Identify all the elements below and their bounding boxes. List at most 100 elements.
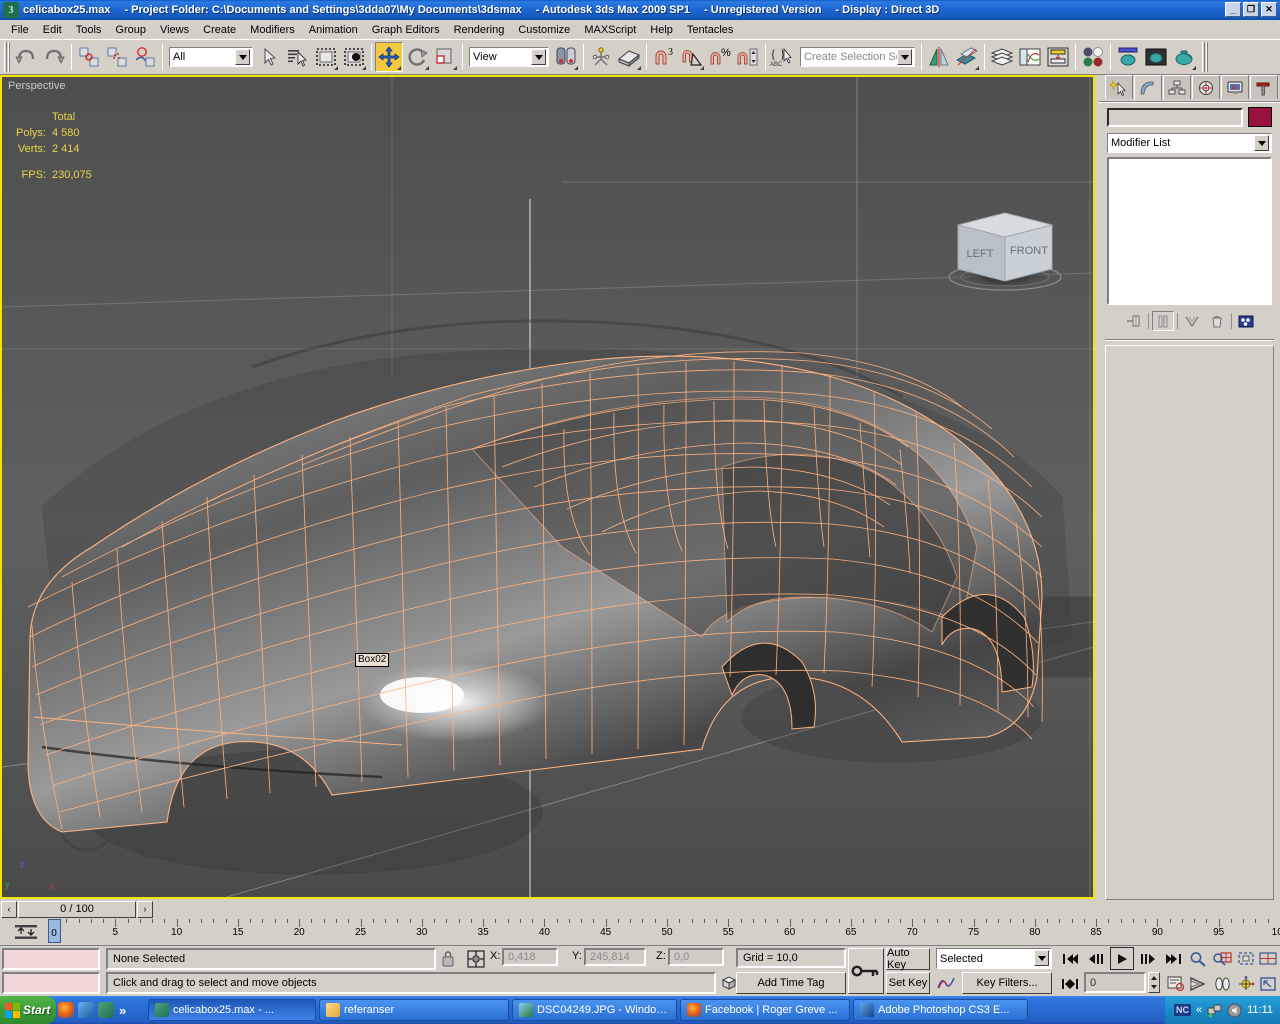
- select-and-move-icon[interactable]: [375, 42, 403, 72]
- select-object-icon[interactable]: [256, 42, 284, 72]
- tray-expand-icon[interactable]: «: [1196, 1004, 1202, 1016]
- modifier-parameters-rollout[interactable]: [1105, 345, 1274, 900]
- time-slider-field[interactable]: 0 / 100: [18, 900, 136, 918]
- next-frame-button[interactable]: ›: [137, 900, 153, 918]
- menu-item-animation[interactable]: Animation: [302, 22, 365, 38]
- arc-rotate-icon[interactable]: [1234, 972, 1258, 995]
- rectangular-selection-region-icon[interactable]: [312, 42, 340, 72]
- key-filter-level-combo[interactable]: Selected: [936, 948, 1052, 969]
- show-end-result-icon[interactable]: [1151, 311, 1174, 331]
- maximize-viewport-toggle-icon[interactable]: [1256, 972, 1280, 995]
- play-animation-icon[interactable]: [1110, 947, 1134, 970]
- zoom-all-icon[interactable]: [1210, 947, 1234, 970]
- set-key-mode-icon[interactable]: [934, 972, 958, 994]
- rendered-frame-window-icon[interactable]: [1142, 42, 1170, 72]
- configure-modifier-sets-icon[interactable]: [1235, 311, 1257, 331]
- menu-item-tools[interactable]: Tools: [69, 22, 109, 38]
- next-frame-icon[interactable]: [1136, 947, 1160, 970]
- snaps-3d-icon[interactable]: 3: [650, 42, 678, 72]
- menu-item-create[interactable]: Create: [196, 22, 243, 38]
- mini-curve-editor-icon[interactable]: [12, 922, 42, 942]
- quick-launch-more-icon[interactable]: »: [119, 1003, 126, 1018]
- layer-manager-icon[interactable]: [988, 42, 1016, 72]
- menu-item-tentacles[interactable]: Tentacles: [680, 22, 740, 38]
- display-tab-icon[interactable]: [1221, 75, 1249, 99]
- mirror-icon[interactable]: [925, 42, 953, 72]
- percent-snap-toggle-icon[interactable]: %: [706, 42, 734, 72]
- align-icon[interactable]: [953, 42, 981, 72]
- render-setup-icon[interactable]: [1114, 42, 1142, 72]
- menu-item-customize[interactable]: Customize: [511, 22, 577, 38]
- select-by-name-icon[interactable]: [284, 42, 312, 72]
- reference-coordinate-system-combo[interactable]: View: [469, 47, 549, 67]
- max-icon[interactable]: [98, 1002, 114, 1018]
- taskbar-item[interactable]: DSC04249.JPG - Window...: [512, 999, 677, 1021]
- bind-to-space-warp-icon[interactable]: [131, 42, 159, 72]
- chevron-down-icon[interactable]: [235, 49, 250, 65]
- keyboard-shortcut-override-toggle-icon[interactable]: [615, 42, 643, 72]
- coord-field-z[interactable]: 0,0: [668, 948, 724, 966]
- angle-snap-toggle-icon[interactable]: [678, 42, 706, 72]
- chevron-down-icon[interactable]: [531, 49, 546, 65]
- set-key-button[interactable]: Set Key: [886, 972, 930, 994]
- key-mode-toggle-playback-icon[interactable]: [1058, 972, 1082, 995]
- key-mode-toggle-icon[interactable]: [848, 948, 884, 994]
- start-button[interactable]: Start: [0, 996, 56, 1024]
- previous-frame-icon[interactable]: [1084, 947, 1108, 970]
- track-bar[interactable]: 5 10 15 20 25 30 35 40 45 50 55 60 65 70 75 80 85 90 95 100…: [0, 919, 1280, 946]
- window-crossing-icon[interactable]: [340, 42, 368, 72]
- object-color-swatch[interactable]: [1248, 107, 1272, 127]
- object-name-field[interactable]: [1107, 107, 1243, 127]
- close-button[interactable]: ✕: [1261, 2, 1277, 17]
- make-unique-icon[interactable]: [1181, 311, 1203, 331]
- undo-icon[interactable]: [12, 42, 40, 72]
- zoom-icon[interactable]: [1186, 947, 1210, 970]
- frame-spinner[interactable]: [1148, 972, 1160, 993]
- chevron-down-icon[interactable]: [1254, 135, 1269, 151]
- menu-item-maxscript[interactable]: MAXScript: [577, 22, 643, 38]
- key-filters-button[interactable]: Key Filters...: [962, 972, 1052, 994]
- selection-filter-combo[interactable]: All: [169, 47, 253, 67]
- outlook-icon[interactable]: [78, 1002, 94, 1018]
- taskbar-item[interactable]: referanser: [319, 999, 509, 1021]
- go-to-start-icon[interactable]: [1058, 947, 1082, 970]
- menu-item-edit[interactable]: Edit: [36, 22, 69, 38]
- current-frame-field[interactable]: 0: [1084, 972, 1146, 993]
- network-icon[interactable]: [1207, 1003, 1222, 1018]
- use-pivot-point-center-icon[interactable]: [552, 42, 580, 72]
- menu-item-modifiers[interactable]: Modifiers: [243, 22, 302, 38]
- zoom-extents-icon[interactable]: [1234, 947, 1258, 970]
- utilities-tab-icon[interactable]: [1250, 75, 1278, 99]
- previous-frame-button[interactable]: ‹: [1, 900, 17, 918]
- absolute-mode-transform-icon[interactable]: [466, 949, 486, 969]
- volume-icon[interactable]: [1227, 1003, 1242, 1018]
- menu-item-file[interactable]: File: [4, 22, 36, 38]
- clock[interactable]: 11:11: [1247, 1004, 1273, 1016]
- select-and-manipulate-icon[interactable]: [587, 42, 615, 72]
- taskbar-item[interactable]: Facebook | Roger Greve ...: [680, 999, 850, 1021]
- select-and-scale-icon[interactable]: [431, 42, 459, 72]
- unlink-selection-icon[interactable]: [103, 42, 131, 72]
- pan-view-icon[interactable]: [1210, 972, 1234, 995]
- lock-selection-icon[interactable]: [440, 950, 456, 968]
- schematic-view-icon[interactable]: [1044, 42, 1072, 72]
- menu-item-help[interactable]: Help: [643, 22, 680, 38]
- maximize-restore-button[interactable]: ❐: [1243, 2, 1259, 17]
- firefox-icon[interactable]: [58, 1002, 74, 1018]
- named-selection-sets-combo[interactable]: Create Selection Set: [800, 47, 915, 67]
- modify-tab-icon[interactable]: [1134, 75, 1162, 101]
- field-of-view-icon[interactable]: [1186, 972, 1210, 995]
- select-and-rotate-icon[interactable]: [403, 42, 431, 72]
- toolbar-end-grip[interactable]: [1202, 42, 1208, 72]
- auto-key-button[interactable]: Auto Key: [886, 947, 930, 971]
- pin-stack-icon[interactable]: [1123, 311, 1145, 331]
- modifier-stack-list[interactable]: [1107, 157, 1272, 305]
- minimize-button[interactable]: _: [1225, 2, 1241, 17]
- menu-item-views[interactable]: Views: [153, 22, 196, 38]
- redo-icon[interactable]: [40, 42, 68, 72]
- chevron-down-icon[interactable]: [1034, 950, 1049, 966]
- select-and-link-icon[interactable]: [75, 42, 103, 72]
- nc-tray-badge[interactable]: NC: [1173, 1004, 1191, 1016]
- mini-listener-input[interactable]: [2, 948, 100, 970]
- toolbar-grip[interactable]: [4, 42, 10, 72]
